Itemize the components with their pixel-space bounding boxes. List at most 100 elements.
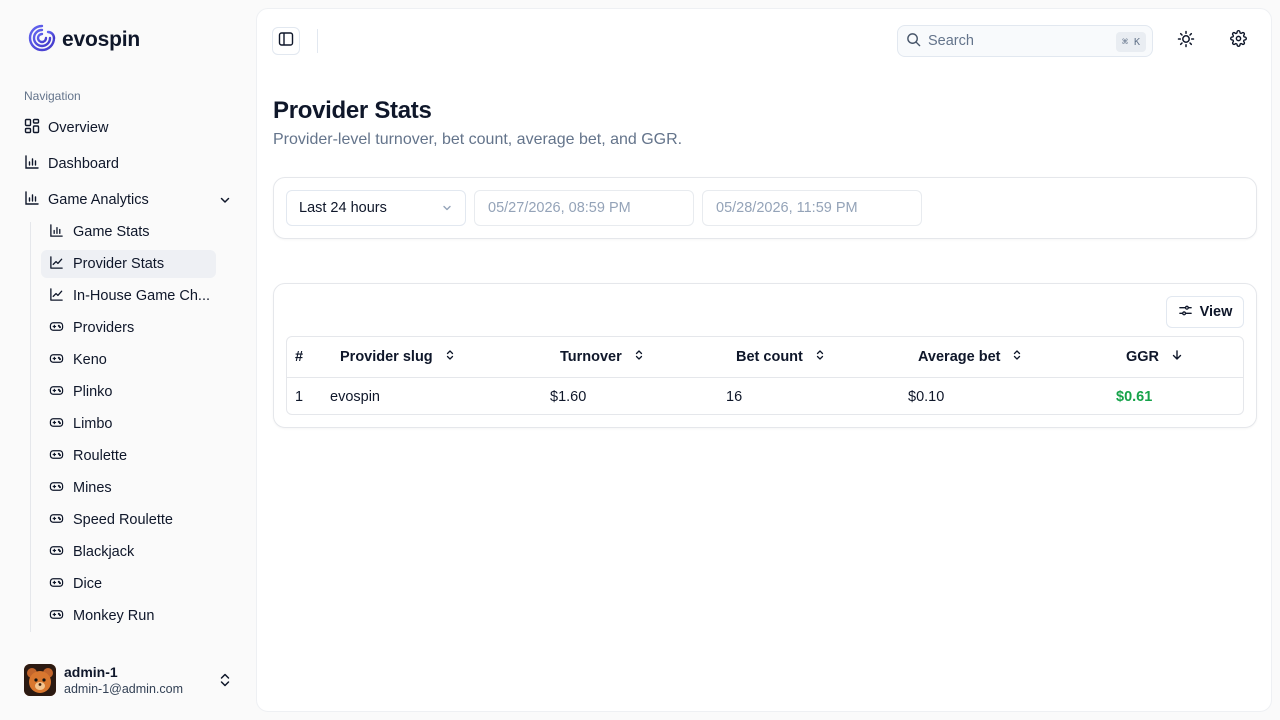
brand-name: evospin — [62, 28, 140, 51]
from-date-field[interactable]: 05/27/2026, 08:59 PM — [474, 190, 694, 226]
sidebar-item-label: Roulette — [73, 448, 128, 464]
layout-grid-icon — [24, 118, 40, 138]
chevron-down-icon — [441, 202, 453, 218]
sort-icon[interactable] — [445, 349, 455, 365]
cell-ggr: $0.61 — [1116, 388, 1153, 405]
brand-logo[interactable]: evospin — [28, 24, 140, 54]
line-chart-icon — [49, 255, 64, 274]
gamepad-icon — [49, 479, 64, 498]
filters-card: Last 24 hours 05/27/2026, 08:59 PM 05/28… — [273, 177, 1257, 239]
column-header-average-bet[interactable]: Average bet — [918, 337, 1022, 377]
sort-icon[interactable] — [1012, 349, 1022, 365]
gamepad-icon — [49, 543, 64, 562]
gamepad-icon — [49, 319, 64, 338]
bar-chart-icon — [24, 190, 40, 210]
date-range-select[interactable]: Last 24 hours — [286, 190, 466, 226]
gamepad-icon — [49, 351, 64, 370]
sidebar-item-roulette[interactable]: Roulette — [41, 442, 216, 470]
header-divider — [317, 29, 318, 53]
sidebar-item-label: Blackjack — [73, 544, 135, 560]
column-header-index: # — [295, 337, 303, 377]
arrow-down-icon[interactable] — [1171, 349, 1183, 365]
sidebar-item-speed-roulette[interactable]: Speed Roulette — [41, 506, 216, 534]
nav-heading: Navigation — [24, 89, 81, 103]
search-shortcut: ⌘ K — [1115, 32, 1146, 52]
sidebar-item-label: Dashboard — [48, 156, 119, 172]
sidebar-item-mines[interactable]: Mines — [41, 474, 216, 502]
sidebar-item-label: Limbo — [73, 416, 113, 432]
sidebar-item-keno[interactable]: Keno — [41, 346, 216, 374]
user-name: admin-1 — [64, 663, 118, 680]
sidebar-item-label: Game Stats — [73, 224, 150, 240]
cell-bet-count: 16 — [726, 388, 743, 405]
column-label: Average bet — [918, 349, 1001, 365]
gamepad-icon — [49, 575, 64, 594]
sidebar-item-plinko[interactable]: Plinko — [41, 378, 216, 406]
column-header-ggr[interactable]: GGR — [1126, 337, 1183, 377]
settings-button[interactable] — [1224, 27, 1252, 55]
sidebar: evospin Navigation Overview Dashboard Ga… — [0, 0, 256, 720]
sidebar-item-monkey-run[interactable]: Monkey Run — [41, 602, 216, 630]
column-header-turnover[interactable]: Turnover — [560, 337, 644, 377]
sidebar-item-label: Monkey Run — [73, 608, 155, 624]
sidebar-item-label: Plinko — [73, 384, 113, 400]
line-chart-icon — [49, 287, 64, 306]
provider-stats-table: # Provider slug Turnover Bet count Avera… — [286, 336, 1244, 415]
column-label: GGR — [1126, 349, 1160, 365]
to-date-field[interactable]: 05/28/2026, 11:59 PM — [702, 190, 922, 226]
column-label: Provider slug — [340, 349, 433, 365]
column-label: Turnover — [560, 349, 622, 365]
sidebar-item-providers[interactable]: Providers — [41, 314, 216, 342]
bar-chart-icon — [49, 223, 64, 242]
gamepad-icon — [49, 607, 64, 626]
gamepad-icon — [49, 383, 64, 402]
sidebar-item-limbo[interactable]: Limbo — [41, 410, 216, 438]
panel-left-icon — [278, 31, 294, 52]
sidebar-item-overview[interactable]: Overview — [16, 112, 240, 144]
cell-provider-slug: evospin — [330, 388, 380, 405]
page-title: Provider Stats — [273, 97, 432, 124]
chevron-down-icon — [218, 193, 232, 211]
chevrons-up-down-icon — [218, 672, 232, 693]
sidebar-item-dice[interactable]: Dice — [41, 570, 216, 598]
cell-turnover: $1.60 — [550, 388, 587, 405]
sun-icon — [1177, 30, 1195, 53]
sidebar-item-provider-stats[interactable]: Provider Stats — [41, 250, 216, 278]
sidebar-item-in-house-game-charts[interactable]: In-House Game Ch... — [41, 282, 216, 310]
sidebar-item-label: Keno — [73, 352, 107, 368]
date-range-value: Last 24 hours — [299, 200, 387, 216]
sidebar-item-label: Provider Stats — [73, 256, 165, 272]
sidebar-item-label: Game Analytics — [48, 192, 149, 208]
search-placeholder: Search — [928, 33, 974, 49]
gamepad-icon — [49, 511, 64, 530]
sidebar-item-label: Dice — [73, 576, 103, 592]
bar-chart-icon — [24, 154, 40, 174]
search-input[interactable]: Search ⌘ K — [897, 25, 1153, 57]
sidebar-item-game-analytics[interactable]: Game Analytics — [16, 184, 240, 216]
submenu-guide-line — [30, 222, 31, 632]
user-menu[interactable]: admin-1 admin-1@admin.com — [24, 662, 240, 698]
page-subtitle: Provider-level turnover, bet count, aver… — [273, 131, 683, 148]
view-options-button[interactable]: View — [1166, 296, 1244, 328]
sidebar-item-blackjack[interactable]: Blackjack — [41, 538, 216, 566]
user-info: admin-1 admin-1@admin.com — [64, 664, 183, 697]
main-panel: Search ⌘ K Provider Stats Provider-level… — [256, 8, 1272, 712]
theme-toggle-button[interactable] — [1172, 27, 1200, 55]
column-label: Bet count — [736, 349, 803, 365]
sort-icon[interactable] — [634, 349, 644, 365]
cell-index: 1 — [295, 388, 304, 405]
column-label: # — [295, 349, 304, 365]
sidebar-item-label: Providers — [73, 320, 135, 336]
gear-icon — [1229, 30, 1247, 52]
sidebar-item-label: Overview — [48, 120, 109, 136]
sidebar-item-dashboard[interactable]: Dashboard — [16, 148, 240, 180]
table-header-divider — [287, 377, 1243, 378]
column-header-provider-slug[interactable]: Provider slug — [340, 337, 455, 377]
sort-icon[interactable] — [815, 349, 825, 365]
sidebar-toggle-button[interactable] — [272, 27, 300, 55]
column-header-bet-count[interactable]: Bet count — [736, 337, 825, 377]
avatar — [24, 664, 56, 696]
sidebar-item-label: Speed Roulette — [73, 512, 173, 528]
sidebar-item-game-stats[interactable]: Game Stats — [41, 218, 216, 246]
view-button-label: View — [1199, 304, 1233, 320]
